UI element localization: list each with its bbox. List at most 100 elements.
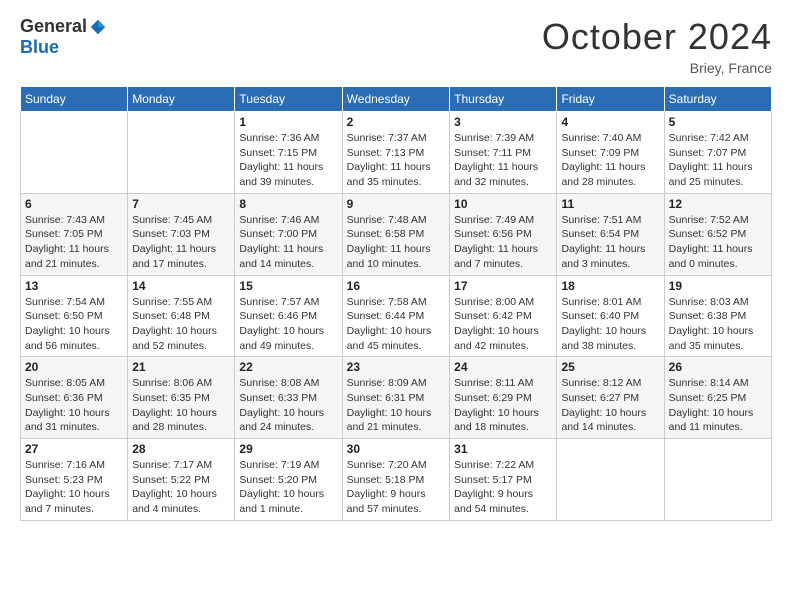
calendar-cell: 25 Sunrise: 8:12 AM Sunset: 6:27 PM Dayl… [557,357,664,439]
sunset-text: Sunset: 5:18 PM [347,474,425,486]
sunrise-text: Sunrise: 8:14 AM [669,377,749,389]
calendar-cell: 11 Sunrise: 7:51 AM Sunset: 6:54 PM Dayl… [557,193,664,275]
day-number: 7 [132,197,230,211]
day-info: Sunrise: 7:22 AM Sunset: 5:17 PM Dayligh… [454,458,552,517]
day-info: Sunrise: 8:03 AM Sunset: 6:38 PM Dayligh… [669,295,767,354]
logo-icon [89,18,107,36]
day-number: 14 [132,279,230,293]
day-number: 25 [561,360,659,374]
sunset-text: Sunset: 6:42 PM [454,310,532,322]
sunset-text: Sunset: 5:17 PM [454,474,532,486]
title-block: October 2024 Briey, France [542,16,772,76]
day-info: Sunrise: 8:14 AM Sunset: 6:25 PM Dayligh… [669,376,767,435]
daylight-text: Daylight: 10 hours and 28 minutes. [132,407,217,434]
col-sunday: Sunday [21,87,128,112]
daylight-text: Daylight: 11 hours and 14 minutes. [239,243,323,270]
daylight-text: Daylight: 9 hours and 54 minutes. [454,488,533,515]
daylight-text: Daylight: 10 hours and 31 minutes. [25,407,110,434]
daylight-text: Daylight: 9 hours and 57 minutes. [347,488,426,515]
calendar-week-5: 27 Sunrise: 7:16 AM Sunset: 5:23 PM Dayl… [21,439,772,521]
day-info: Sunrise: 7:45 AM Sunset: 7:03 PM Dayligh… [132,213,230,272]
location: Briey, France [542,60,772,76]
sunrise-text: Sunrise: 7:17 AM [132,459,212,471]
day-info: Sunrise: 8:06 AM Sunset: 6:35 PM Dayligh… [132,376,230,435]
sunset-text: Sunset: 6:54 PM [561,228,639,240]
sunrise-text: Sunrise: 7:58 AM [347,296,427,308]
daylight-text: Daylight: 10 hours and 11 minutes. [669,407,754,434]
day-number: 15 [239,279,337,293]
calendar-cell: 15 Sunrise: 7:57 AM Sunset: 6:46 PM Dayl… [235,275,342,357]
calendar-cell: 9 Sunrise: 7:48 AM Sunset: 6:58 PM Dayli… [342,193,450,275]
day-number: 31 [454,442,552,456]
day-number: 1 [239,115,337,129]
sunrise-text: Sunrise: 8:03 AM [669,296,749,308]
col-saturday: Saturday [664,87,771,112]
sunset-text: Sunset: 6:38 PM [669,310,747,322]
sunset-text: Sunset: 6:25 PM [669,392,747,404]
day-number: 19 [669,279,767,293]
sunset-text: Sunset: 5:23 PM [25,474,103,486]
sunrise-text: Sunrise: 8:01 AM [561,296,641,308]
sunset-text: Sunset: 6:48 PM [132,310,210,322]
sunrise-text: Sunrise: 7:39 AM [454,132,534,144]
calendar-cell: 31 Sunrise: 7:22 AM Sunset: 5:17 PM Dayl… [450,439,557,521]
calendar-table: Sunday Monday Tuesday Wednesday Thursday… [20,86,772,521]
sunrise-text: Sunrise: 7:52 AM [669,214,749,226]
day-info: Sunrise: 7:42 AM Sunset: 7:07 PM Dayligh… [669,131,767,190]
calendar-week-4: 20 Sunrise: 8:05 AM Sunset: 6:36 PM Dayl… [21,357,772,439]
sunrise-text: Sunrise: 7:49 AM [454,214,534,226]
col-wednesday: Wednesday [342,87,450,112]
day-number: 27 [25,442,123,456]
day-number: 20 [25,360,123,374]
calendar-week-2: 6 Sunrise: 7:43 AM Sunset: 7:05 PM Dayli… [21,193,772,275]
day-number: 8 [239,197,337,211]
calendar-cell [557,439,664,521]
calendar-cell: 3 Sunrise: 7:39 AM Sunset: 7:11 PM Dayli… [450,112,557,194]
calendar-cell: 26 Sunrise: 8:14 AM Sunset: 6:25 PM Dayl… [664,357,771,439]
calendar-cell: 17 Sunrise: 8:00 AM Sunset: 6:42 PM Dayl… [450,275,557,357]
day-info: Sunrise: 7:39 AM Sunset: 7:11 PM Dayligh… [454,131,552,190]
day-number: 23 [347,360,446,374]
sunset-text: Sunset: 7:00 PM [239,228,317,240]
sunrise-text: Sunrise: 7:43 AM [25,214,105,226]
sunrise-text: Sunrise: 7:45 AM [132,214,212,226]
calendar-cell: 20 Sunrise: 8:05 AM Sunset: 6:36 PM Dayl… [21,357,128,439]
day-info: Sunrise: 7:48 AM Sunset: 6:58 PM Dayligh… [347,213,446,272]
calendar-week-3: 13 Sunrise: 7:54 AM Sunset: 6:50 PM Dayl… [21,275,772,357]
sunrise-text: Sunrise: 7:48 AM [347,214,427,226]
sunset-text: Sunset: 6:29 PM [454,392,532,404]
daylight-text: Daylight: 10 hours and 18 minutes. [454,407,539,434]
day-number: 28 [132,442,230,456]
day-info: Sunrise: 8:08 AM Sunset: 6:33 PM Dayligh… [239,376,337,435]
sunset-text: Sunset: 6:58 PM [347,228,425,240]
sunset-text: Sunset: 7:15 PM [239,147,317,159]
day-number: 16 [347,279,446,293]
calendar-cell: 23 Sunrise: 8:09 AM Sunset: 6:31 PM Dayl… [342,357,450,439]
day-number: 3 [454,115,552,129]
daylight-text: Daylight: 11 hours and 7 minutes. [454,243,538,270]
calendar-cell [128,112,235,194]
day-info: Sunrise: 8:12 AM Sunset: 6:27 PM Dayligh… [561,376,659,435]
sunrise-text: Sunrise: 8:05 AM [25,377,105,389]
daylight-text: Daylight: 10 hours and 24 minutes. [239,407,324,434]
daylight-text: Daylight: 11 hours and 17 minutes. [132,243,216,270]
sunrise-text: Sunrise: 8:00 AM [454,296,534,308]
day-info: Sunrise: 8:01 AM Sunset: 6:40 PM Dayligh… [561,295,659,354]
daylight-text: Daylight: 11 hours and 39 minutes. [239,161,323,188]
sunrise-text: Sunrise: 8:09 AM [347,377,427,389]
calendar-cell: 30 Sunrise: 7:20 AM Sunset: 5:18 PM Dayl… [342,439,450,521]
daylight-text: Daylight: 11 hours and 35 minutes. [347,161,431,188]
day-number: 12 [669,197,767,211]
calendar-cell: 1 Sunrise: 7:36 AM Sunset: 7:15 PM Dayli… [235,112,342,194]
day-number: 11 [561,197,659,211]
calendar-week-1: 1 Sunrise: 7:36 AM Sunset: 7:15 PM Dayli… [21,112,772,194]
day-info: Sunrise: 8:11 AM Sunset: 6:29 PM Dayligh… [454,376,552,435]
daylight-text: Daylight: 11 hours and 10 minutes. [347,243,431,270]
calendar-cell: 7 Sunrise: 7:45 AM Sunset: 7:03 PM Dayli… [128,193,235,275]
daylight-text: Daylight: 10 hours and 1 minute. [239,488,324,515]
day-number: 4 [561,115,659,129]
sunset-text: Sunset: 6:35 PM [132,392,210,404]
day-number: 6 [25,197,123,211]
sunset-text: Sunset: 7:07 PM [669,147,747,159]
col-thursday: Thursday [450,87,557,112]
